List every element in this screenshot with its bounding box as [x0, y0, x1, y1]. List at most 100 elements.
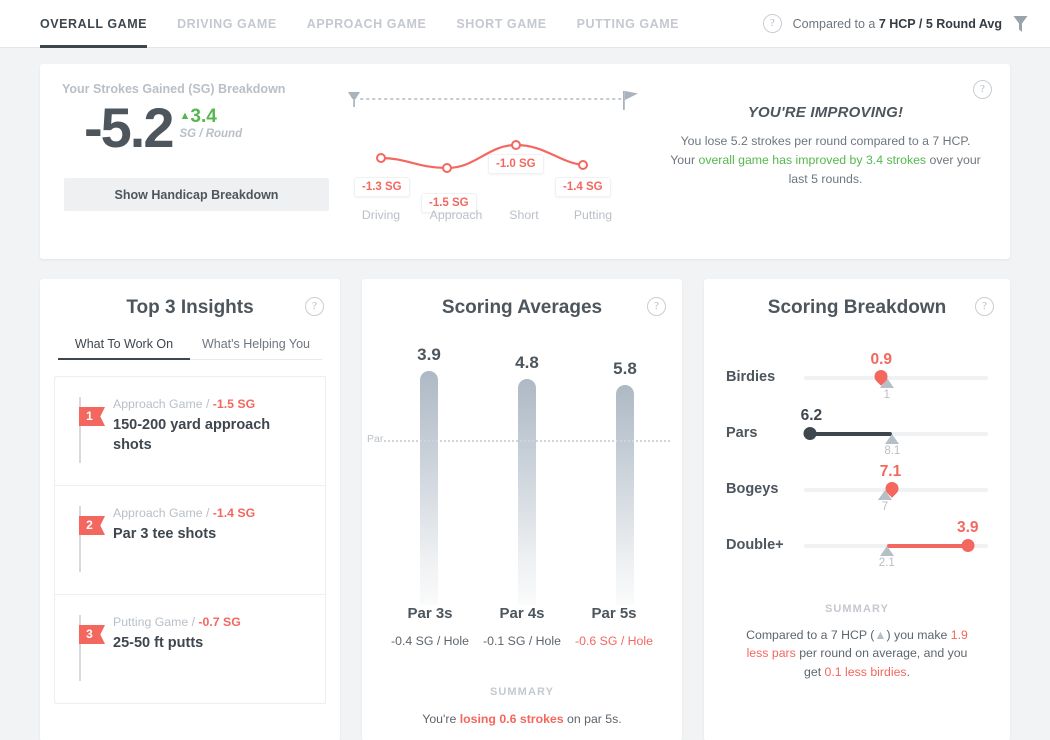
comparison-prefix: Compared to a: [792, 16, 879, 31]
scoring-averages-panel: ? Scoring Averages 3.9 4.8 5.8 Par Par 3…: [362, 279, 682, 740]
slider-row-bogeys: Bogeys 7.1 7: [726, 461, 988, 517]
scoring-averages-bar-chart: 3.9 4.8 5.8 Par: [367, 345, 670, 605]
bar-par4: [518, 379, 536, 605]
slider-value-double-plus: 3.9: [956, 519, 979, 536]
slider-benchmark-value-double-plus: 2.1: [878, 557, 895, 569]
filter-funnel-icon[interactable]: [1013, 15, 1028, 33]
tab-driving-game[interactable]: DRIVING GAME: [177, 0, 277, 48]
scoring-breakdown-title: Scoring Breakdown: [767, 297, 947, 318]
slider-handle-double-plus[interactable]: [961, 539, 975, 552]
slider-track-pars[interactable]: 6.2 8.1: [801, 407, 988, 457]
insight-title-2: Par 3 tee shots: [113, 526, 217, 542]
insight-category-text-1: Approach Game: [113, 397, 203, 411]
slider-row-double-plus: Double+ 3.9 2.1: [726, 517, 988, 573]
scoring-averages-category-labels: Par 3s -0.4 SG / Hole Par 4s -0.1 SG / H…: [384, 605, 660, 648]
slider-value-bogeys: 7.1: [879, 463, 902, 480]
tee-icon: [348, 92, 360, 107]
sg-panel-title: Your Strokes Gained (SG) Breakdown: [62, 82, 286, 96]
avg-col-par4: Par 4s -0.1 SG / Hole: [476, 605, 568, 648]
help-icon-sg-breakdown[interactable]: ?: [973, 80, 992, 99]
sg-label-short: -1.0 SG: [488, 154, 544, 174]
slider-fill-pars: [807, 432, 893, 436]
sa-sum-post: on par 5s.: [563, 712, 622, 726]
tab-approach-game[interactable]: APPROACH GAME: [307, 0, 427, 48]
sg-total-value: -5.2: [84, 96, 174, 159]
flag-icon: [623, 91, 638, 110]
tab-putting-game[interactable]: PUTTING GAME: [577, 0, 679, 48]
bar-value-par5: 5.8: [613, 359, 637, 378]
insight-content-2: Approach Game / -1.4 SG Par 3 tee shots: [113, 506, 255, 572]
strokes-gained-breakdown-card: ? Your Strokes Gained (SG) Breakdown -5.…: [40, 64, 1010, 259]
subtab-whats-helping-you[interactable]: What's Helping You: [190, 337, 322, 359]
scoring-breakdown-panel: ? Scoring Breakdown Birdies 0.9 1 Pars 6…: [704, 279, 1010, 740]
rank-number-1: 1: [79, 407, 105, 426]
improvement-body-highlight: overall game has improved by 3.4 strokes: [698, 153, 927, 168]
slider-benchmark-marker-pars: [885, 434, 900, 444]
help-icon-scoring-breakdown[interactable]: ?: [975, 297, 994, 316]
insight-category-text-3: Putting Game: [113, 615, 189, 629]
help-icon-scoring-averages[interactable]: ?: [647, 297, 666, 316]
help-icon-insights[interactable]: ?: [305, 297, 324, 316]
dashboard-lower-row: ? Top 3 Insights What To Work On What's …: [40, 279, 1010, 740]
comparison-selector[interactable]: ? Compared to a 7 HCP / 5 Round Avg: [762, 14, 1028, 33]
scoring-averages-summary: SUMMARY You're losing 0.6 strokes on par…: [362, 686, 682, 728]
insight-content-1: Approach Game / -1.5 SG 150-200 yard app…: [113, 397, 311, 463]
scoring-averages-summary-heading: SUMMARY: [489, 686, 555, 698]
flag-pole-icon: [79, 506, 81, 572]
slider-benchmark-value-birdies: 1: [883, 389, 890, 401]
show-handicap-breakdown-button[interactable]: Show Handicap Breakdown: [64, 178, 329, 211]
sg-value-row: -5.2 ▲3.4 SG / Round: [62, 100, 340, 156]
sg-point-short: [511, 140, 521, 150]
insight-content-3: Putting Game / -0.7 SG 25-50 ft putts: [113, 615, 241, 681]
sg-cat-short: Short: [509, 208, 539, 222]
sb-sum-red2: 0.1 less birdies: [824, 664, 907, 679]
slider-label-pars: Pars: [726, 425, 758, 441]
slider-track-double-plus[interactable]: 3.9 2.1: [804, 519, 988, 569]
help-icon-comparison[interactable]: ?: [762, 14, 782, 33]
slider-benchmark-marker-double-plus: [879, 546, 894, 556]
tab-overall-game-label: OVERALL GAME: [40, 16, 148, 31]
sb-sum-end: .: [906, 664, 910, 679]
tab-short-game[interactable]: SHORT GAME: [456, 0, 546, 48]
slider-fill-double-plus: [886, 544, 968, 548]
insight-category-text-2: Approach Game: [113, 506, 203, 520]
slider-track-birdies[interactable]: 0.9 1: [804, 351, 988, 401]
insight-sg-1: -1.5 SG: [212, 397, 256, 411]
insight-sg-3: -0.7 SG: [198, 615, 241, 629]
insights-title: Top 3 Insights: [126, 297, 254, 318]
bar-value-par4: 4.8: [515, 353, 539, 372]
slider-track-bogeys[interactable]: 7.1 7: [804, 463, 988, 513]
slider-handle-pars[interactable]: [803, 427, 817, 440]
slider-benchmark-value-bogeys: 7: [881, 501, 889, 513]
rank-flag-3: 3: [69, 615, 113, 681]
avg-sub-par4: -0.1 SG / Hole: [483, 634, 561, 648]
tab-driving-game-label: DRIVING GAME: [177, 16, 277, 31]
scoring-averages-title: Scoring Averages: [441, 297, 603, 318]
sg-delta-up-arrow-icon: ▲: [179, 110, 191, 122]
sg-category-labels: Driving Approach Short Putting: [340, 208, 655, 222]
main-tab-list: OVERALL GAME DRIVING GAME APPROACH GAME …: [0, 0, 679, 48]
slider-value-pars: 6.2: [800, 407, 823, 424]
avg-name-par3: Par 3s: [407, 605, 453, 622]
insights-subtabs: What To Work On What's Helping You: [58, 337, 322, 360]
flag-pole-icon: [79, 397, 81, 463]
comparison-value: 7 HCP / 5 Round Avg: [878, 16, 1002, 31]
slider-label-double-plus: Double+: [726, 537, 784, 553]
sg-point-driving: [376, 153, 386, 163]
avg-sub-par3: -0.4 SG / Hole: [391, 634, 469, 648]
flag-pole-icon: [79, 615, 81, 681]
subtab-what-to-work-on[interactable]: What To Work On: [58, 337, 190, 360]
insight-title-3: 25-50 ft putts: [113, 635, 204, 651]
tab-overall-game[interactable]: OVERALL GAME: [40, 0, 148, 48]
list-item[interactable]: 1 Approach Game / -1.5 SG 150-200 yard a…: [55, 377, 325, 486]
list-item[interactable]: 3 Putting Game / -0.7 SG 25-50 ft putts: [55, 595, 325, 703]
scoring-breakdown-summary-text: Compared to a 7 HCP (▲) you make 1.9 les…: [704, 626, 1010, 681]
slider-rail-birdies: [804, 376, 988, 380]
sg-cat-driving: Driving: [361, 208, 401, 222]
list-item[interactable]: 2 Approach Game / -1.4 SG Par 3 tee shot…: [55, 486, 325, 595]
scoring-breakdown-summary: SUMMARY Compared to a 7 HCP (▲) you make…: [704, 603, 1010, 681]
sg-point-approach: [442, 163, 452, 173]
sa-sum-red: losing 0.6 strokes: [459, 712, 564, 726]
top-insights-panel: ? Top 3 Insights What To Work On What's …: [40, 279, 340, 740]
dashboard-body: ? Your Strokes Gained (SG) Breakdown -5.…: [0, 48, 1050, 740]
